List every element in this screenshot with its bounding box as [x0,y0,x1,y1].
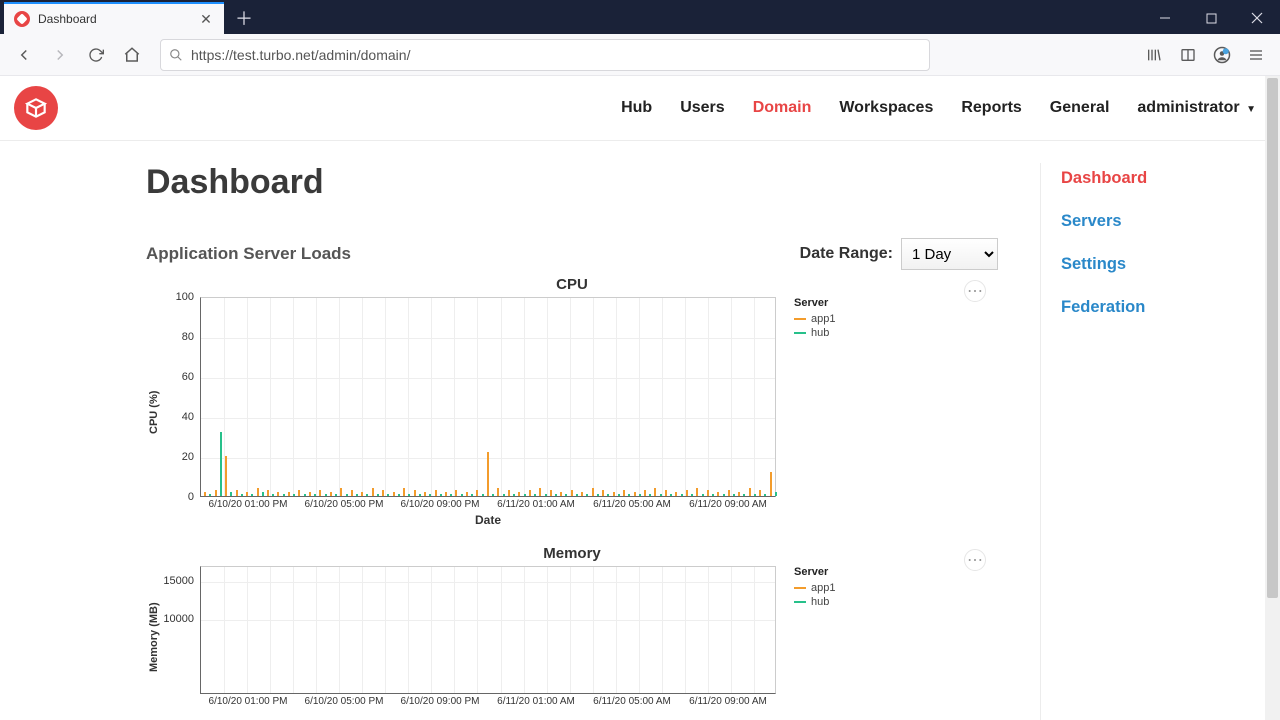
ytick: 80 [182,331,194,343]
window-minimize-button[interactable] [1142,2,1188,34]
chart-plot [200,297,776,497]
chart-title: Memory [146,545,998,562]
xtick: 6/10/20 05:00 PM [305,499,384,510]
legend-item-hub: hub [794,596,858,608]
account-icon[interactable] [1206,39,1238,71]
legend-item-app1: app1 [794,313,858,325]
vertical-scrollbar[interactable] [1265,76,1280,720]
nav-back-button[interactable] [8,39,40,71]
ytick: 100 [176,291,194,303]
reader-icon[interactable] [1172,39,1204,71]
sidebar-link-federation[interactable]: Federation [1061,298,1280,317]
xtick: 6/10/20 09:00 PM [401,499,480,510]
chart-options-button[interactable]: ⋯ [964,549,986,571]
new-tab-button[interactable]: ＋ [230,4,258,32]
nav-home-button[interactable] [116,39,148,71]
search-icon [169,48,183,62]
browser-titlebar: Dashboard ✕ ＋ [0,0,1280,34]
nav-link-reports[interactable]: Reports [961,99,1021,117]
section-title: Application Server Loads [146,244,351,264]
ytick: 60 [182,371,194,383]
window-maximize-button[interactable] [1188,2,1234,34]
nav-reload-button[interactable] [80,39,112,71]
right-sidebar: Dashboard Servers Settings Federation [1040,163,1280,720]
browser-toolbar: https://test.turbo.net/admin/domain/ [0,34,1280,76]
chart-options-button[interactable]: ⋯ [964,280,986,302]
legend-title: Server [794,566,858,578]
xtick: 6/11/20 09:00 AM [689,499,767,510]
hamburger-menu-button[interactable] [1240,39,1272,71]
favicon-turbo [14,11,30,27]
legend-item-hub: hub [794,327,858,339]
legend-title: Server [794,297,858,309]
address-bar-text: https://test.turbo.net/admin/domain/ [191,47,410,63]
nav-link-general[interactable]: General [1050,99,1110,117]
page-title: Dashboard [146,163,998,202]
tab-close-button[interactable]: ✕ [198,11,214,27]
chart-ylabel: Memory (MB) [146,573,162,701]
user-menu[interactable]: administrator ▼ [1137,99,1256,117]
brand-logo[interactable] [14,86,58,130]
nav-link-hub[interactable]: Hub [621,99,652,117]
xtick: 6/11/20 05:00 AM [593,499,671,510]
browser-tab-active[interactable]: Dashboard ✕ [4,2,224,34]
chart-memory: Memory⋯ Memory (MB)10000 15000 6/10/20 01:0… [146,545,998,708]
window-controls [1142,2,1280,34]
tab-title: Dashboard [38,12,190,26]
ytick: 20 [182,451,194,463]
ytick: 15000 [163,575,194,587]
date-range-select[interactable]: 1 Day [901,238,998,270]
ytick: 10000 [163,613,194,625]
chart-plot [200,566,776,694]
xtick: 6/11/20 01:00 AM [497,696,575,707]
address-bar[interactable]: https://test.turbo.net/admin/domain/ [160,39,930,71]
chart-xlabel: Date [200,513,776,527]
nav-link-users[interactable]: Users [680,99,724,117]
chart-ylabel: CPU (%) [146,312,162,512]
sidebar-link-dashboard[interactable]: Dashboard [1061,169,1280,188]
window-close-button[interactable] [1234,2,1280,34]
date-range-label: Date Range: [800,245,893,263]
xtick: 6/11/20 01:00 AM [497,499,575,510]
nav-link-workspaces[interactable]: Workspaces [839,99,933,117]
site-topnav: Hub Users Domain Workspaces Reports General ad… [0,76,1280,141]
xtick: 6/11/20 09:00 AM [689,696,767,707]
ytick: 40 [182,411,194,423]
xtick: 6/10/20 01:00 PM [209,499,288,510]
legend-item-app1: app1 [794,582,858,594]
chart-cpu: CPU⋯ CPU (%) 0 20 40 60 80 100 6/10/20 01:00 PM 6… [146,276,998,527]
sidebar-link-servers[interactable]: Servers [1061,212,1280,231]
library-icon[interactable] [1138,39,1170,71]
xtick: 6/10/20 01:00 PM [209,696,288,707]
xtick: 6/11/20 05:00 AM [593,696,671,707]
nav-link-domain[interactable]: Domain [753,99,812,117]
page-viewport: Hub Users Domain Workspaces Reports General ad… [0,76,1280,720]
chart-title: CPU [146,276,998,293]
xtick: 6/10/20 05:00 PM [305,696,384,707]
nav-forward-button[interactable] [44,39,76,71]
xtick: 6/10/20 09:00 PM [401,696,480,707]
ytick: 0 [188,491,194,503]
sidebar-link-settings[interactable]: Settings [1061,255,1280,274]
